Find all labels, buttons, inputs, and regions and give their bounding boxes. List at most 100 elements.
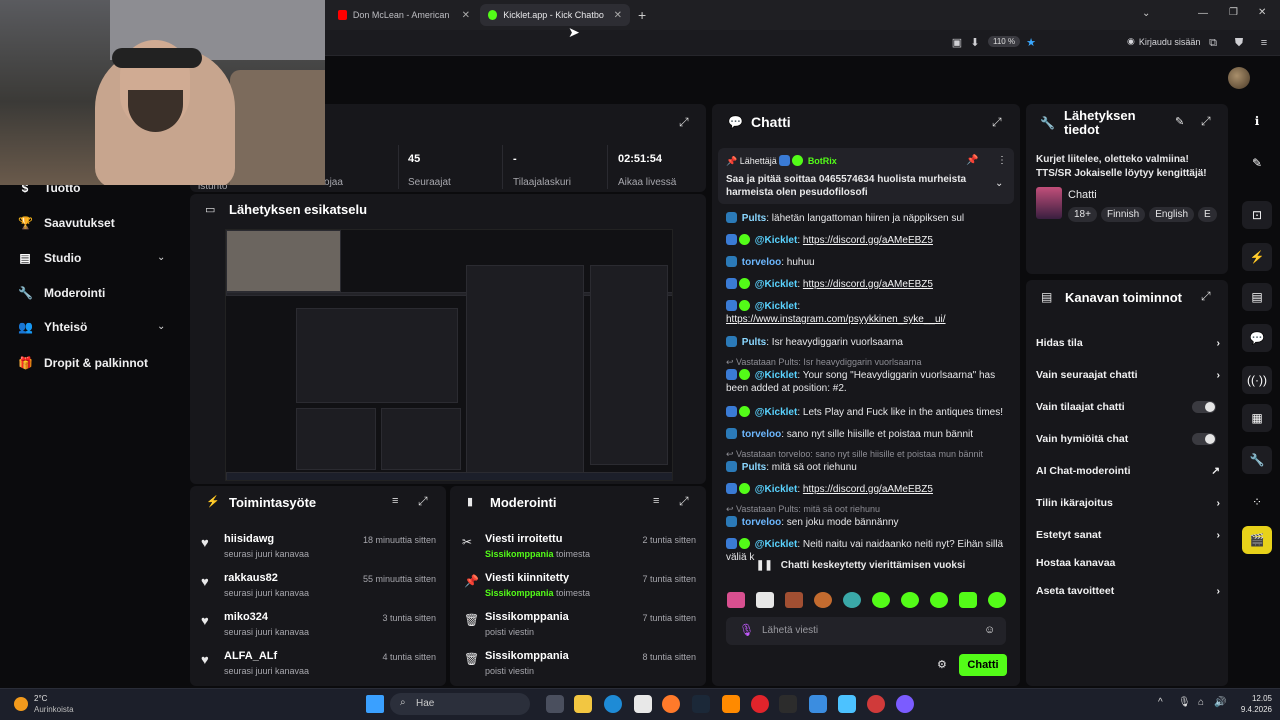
browser-tab-youtube[interactable]: Don McLean - American Pie (Ly ✕ bbox=[330, 4, 478, 26]
mod-actor[interactable]: Sissikomppania bbox=[485, 549, 554, 559]
microphone-icon[interactable]: 🎙 bbox=[1178, 697, 1191, 708]
mod-actor[interactable]: Sissikomppania bbox=[485, 588, 554, 598]
chat-username[interactable]: Pults bbox=[742, 213, 766, 224]
layers-icon[interactable]: ▦ bbox=[1242, 404, 1272, 432]
activity-user[interactable]: ALFA_ALf bbox=[224, 650, 277, 662]
action-followers-only[interactable]: Vain seuraajat chatti › bbox=[1036, 369, 1220, 381]
tray-chevron-icon[interactable]: ^ bbox=[1158, 697, 1163, 708]
popout-icon[interactable]: ⤢ bbox=[992, 115, 1002, 130]
new-tab-button[interactable]: + bbox=[638, 7, 646, 23]
emote-icon[interactable] bbox=[988, 592, 1006, 608]
maximize-icon[interactable]: ❐ bbox=[1229, 7, 1238, 18]
download-icon[interactable]: ⬇ bbox=[968, 36, 982, 50]
microphone-icon[interactable]: 🎙 bbox=[739, 623, 754, 637]
subs-only-toggle[interactable] bbox=[1192, 401, 1216, 413]
avatar[interactable] bbox=[1228, 67, 1250, 89]
menu-icon[interactable]: ≡ bbox=[1257, 36, 1271, 50]
favorite-star-icon[interactable]: ★ bbox=[1024, 36, 1038, 50]
network-icon[interactable]: ⌂ bbox=[1198, 697, 1204, 708]
vlc-icon[interactable] bbox=[722, 695, 740, 713]
chat-username[interactable]: @Kicklet bbox=[755, 539, 798, 550]
popout-icon[interactable]: ⤢ bbox=[1201, 289, 1211, 304]
popout-icon[interactable]: ⤢ bbox=[679, 115, 689, 130]
action-set-goals[interactable]: Aseta tavoitteet › bbox=[1036, 585, 1220, 597]
tag[interactable]: 18+ bbox=[1068, 207, 1097, 222]
wrench-icon[interactable]: 🔧 bbox=[1242, 446, 1272, 474]
clapper-icon[interactable]: 🎬 bbox=[1242, 526, 1272, 554]
action-host-channel[interactable]: Hostaa kanavaa bbox=[1036, 557, 1220, 569]
chat-link[interactable]: https://discord.gg/aAMeEBZ5 bbox=[803, 484, 933, 495]
shield-icon[interactable]: ⛊ bbox=[1232, 36, 1246, 50]
clock-date[interactable]: 9.4.2026 bbox=[1226, 705, 1272, 714]
emoji-icon[interactable]: ☺ bbox=[984, 624, 995, 636]
close-tab-icon[interactable]: ✕ bbox=[462, 10, 470, 21]
chevron-down-icon[interactable]: ⌄ bbox=[995, 178, 1003, 189]
chat-username[interactable]: @Kicklet bbox=[755, 279, 798, 290]
sidebar-item-saavutukset[interactable]: 🏆 Saavutukset bbox=[18, 216, 115, 230]
tag[interactable]: Finnish bbox=[1100, 207, 1146, 222]
action-ai-moderation[interactable]: AI Chat-moderointi ↗ bbox=[1036, 465, 1220, 477]
lightning-icon[interactable]: ⚡ bbox=[1242, 243, 1272, 271]
gear-icon[interactable]: ⚙ bbox=[937, 658, 947, 671]
tag[interactable]: English bbox=[1149, 207, 1195, 222]
popout-icon[interactable]: ⤢ bbox=[679, 494, 689, 509]
sidebar-item-studio[interactable]: ▤ Studio bbox=[18, 251, 81, 265]
firefox-icon[interactable] bbox=[662, 695, 680, 713]
popout-icon[interactable]: ⤢ bbox=[1201, 114, 1211, 129]
chat-icon[interactable]: 💬 bbox=[1242, 324, 1272, 352]
browser-tab-kicklet[interactable]: Kicklet.app - Kick Chatbot and ✕ bbox=[480, 4, 630, 26]
chat-link[interactable]: https://discord.gg/aAMeEBZ5 bbox=[803, 279, 933, 290]
screen-icon[interactable]: ⊡ bbox=[1242, 201, 1272, 229]
pin-icon[interactable]: 📌 bbox=[966, 155, 978, 166]
emote-icon[interactable] bbox=[843, 592, 861, 608]
category-name[interactable]: Chatti bbox=[1068, 189, 1097, 201]
tab-list-chevron-icon[interactable]: ⌄ bbox=[1142, 8, 1150, 19]
chat-username[interactable]: Pults bbox=[742, 462, 766, 473]
info-icon[interactable]: ℹ bbox=[1242, 107, 1272, 135]
filter-icon[interactable]: ≡ bbox=[392, 495, 398, 507]
chevron-down-icon[interactable]: ⌄ bbox=[157, 252, 165, 263]
chat-username[interactable]: torveloo bbox=[742, 257, 781, 268]
chat-username[interactable]: @Kicklet bbox=[755, 407, 798, 418]
popout-icon[interactable]: ⤢ bbox=[418, 494, 428, 509]
close-window-icon[interactable]: ✕ bbox=[1258, 7, 1266, 18]
edit-pencil-icon[interactable]: ✎ bbox=[1175, 115, 1184, 128]
action-blocked-words[interactable]: Estetyt sanat › bbox=[1036, 529, 1220, 541]
chat-username[interactable]: torveloo bbox=[742, 429, 781, 440]
list-icon[interactable]: ▤ bbox=[1242, 283, 1272, 311]
chat-paused-banner[interactable]: ❚❚ Chatti keskeytetty vierittämisen vuok… bbox=[756, 556, 986, 574]
app-icon[interactable] bbox=[867, 695, 885, 713]
task-view-icon[interactable] bbox=[546, 695, 564, 713]
mod-action[interactable]: Sissikomppania bbox=[485, 611, 569, 623]
tag[interactable]: E bbox=[1198, 207, 1217, 222]
edit-pencil-icon[interactable]: ✎ bbox=[1242, 149, 1272, 177]
sidebar-item-dropit[interactable]: 🎁 Dropit & palkinnot bbox=[18, 356, 148, 370]
chat-link[interactable]: https://discord.gg/aAMeEBZ5 bbox=[803, 235, 933, 246]
chevron-down-icon[interactable]: ⌄ bbox=[157, 321, 165, 332]
chat-username[interactable]: @Kicklet bbox=[755, 484, 798, 495]
steam-icon[interactable] bbox=[692, 695, 710, 713]
activity-user[interactable]: hiisidawg bbox=[224, 533, 274, 545]
taskbar-search[interactable]: Hae bbox=[390, 693, 530, 715]
opera-icon[interactable] bbox=[751, 695, 769, 713]
app-icon[interactable] bbox=[838, 695, 856, 713]
minimize-icon[interactable]: — bbox=[1198, 8, 1208, 19]
activity-user[interactable]: miko324 bbox=[224, 611, 268, 623]
emote-icon[interactable] bbox=[727, 592, 745, 608]
chat-username[interactable]: Pults bbox=[742, 337, 766, 348]
category-thumbnail[interactable] bbox=[1036, 187, 1062, 219]
chat-username[interactable]: @Kicklet bbox=[755, 235, 798, 246]
action-slow-mode[interactable]: Hidas tila › bbox=[1036, 337, 1220, 349]
stream-preview-video[interactable] bbox=[225, 229, 673, 481]
emote-icon[interactable] bbox=[959, 592, 977, 608]
emote-icon[interactable] bbox=[872, 592, 890, 608]
store-icon[interactable] bbox=[634, 695, 652, 713]
close-tab-icon[interactable]: ✕ bbox=[614, 10, 622, 21]
pinned-sender[interactable]: BotRix bbox=[808, 156, 837, 166]
emote-icon[interactable] bbox=[785, 592, 803, 608]
extensions-icon[interactable]: ⧉ bbox=[1206, 36, 1220, 50]
signin-button[interactable]: ◉ Kirjaudu sisään bbox=[1127, 36, 1200, 47]
action-age-restriction[interactable]: Tilin ikärajoitus › bbox=[1036, 497, 1220, 509]
activity-user[interactable]: rakkaus82 bbox=[224, 572, 278, 584]
chat-username[interactable]: @Kicklet bbox=[755, 301, 798, 312]
